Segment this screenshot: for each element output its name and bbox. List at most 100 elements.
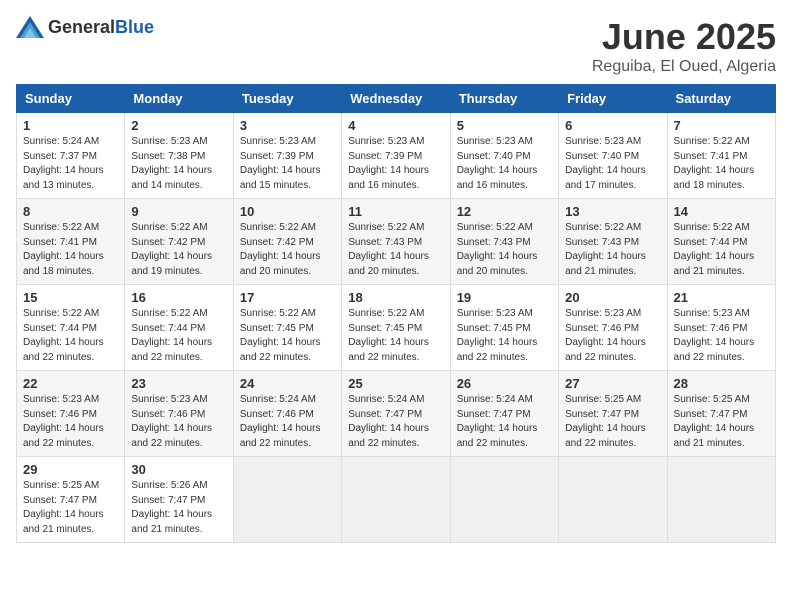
calendar-cell: 10 Sunrise: 5:22 AM Sunset: 7:42 PM Dayli… — [233, 199, 341, 285]
col-friday: Friday — [559, 85, 667, 113]
day-number: 13 — [565, 204, 660, 219]
day-info: Sunrise: 5:23 AM Sunset: 7:39 PM Dayligh… — [348, 135, 443, 193]
day-info: Sunrise: 5:22 AM Sunset: 7:43 PM Dayligh… — [348, 221, 443, 279]
day-info: Sunrise: 5:22 AM Sunset: 7:44 PM Dayligh… — [23, 307, 118, 365]
calendar-cell: 29Sunrise: 5:25 AM Sunset: 7:47 PM Dayli… — [17, 457, 125, 543]
day-info: Sunrise: 5:22 AM Sunset: 7:45 PM Dayligh… — [348, 307, 443, 365]
day-number: 3 — [240, 118, 335, 133]
location-title: Reguiba, El Oued, Algeria — [592, 58, 776, 76]
day-info: Sunrise: 5:25 AM Sunset: 7:47 PM Dayligh… — [565, 393, 660, 451]
calendar-cell — [233, 457, 341, 543]
calendar-cell: 30Sunrise: 5:26 AM Sunset: 7:47 PM Dayli… — [125, 457, 233, 543]
calendar-cell: 23 Sunrise: 5:23 AM Sunset: 7:46 PM Dayli… — [125, 371, 233, 457]
calendar-cell: 22 Sunrise: 5:23 AM Sunset: 7:46 PM Dayli… — [17, 371, 125, 457]
day-info: Sunrise: 5:22 AM Sunset: 7:44 PM Dayligh… — [131, 307, 226, 365]
day-info: Sunrise: 5:23 AM Sunset: 7:38 PM Dayligh… — [131, 135, 226, 193]
day-number: 21 — [674, 290, 769, 305]
calendar-cell: 3 Sunrise: 5:23 AM Sunset: 7:39 PM Daylig… — [233, 113, 341, 199]
day-number: 10 — [240, 204, 335, 219]
day-info: Sunrise: 5:23 AM Sunset: 7:39 PM Dayligh… — [240, 135, 335, 193]
calendar-cell — [450, 457, 558, 543]
day-info: Sunrise: 5:23 AM Sunset: 7:45 PM Dayligh… — [457, 307, 552, 365]
header: GeneralBlue June 2025 Reguiba, El Oued, … — [16, 16, 776, 76]
calendar-cell: 19 Sunrise: 5:23 AM Sunset: 7:45 PM Dayli… — [450, 285, 558, 371]
day-info: Sunrise: 5:23 AM Sunset: 7:46 PM Dayligh… — [131, 393, 226, 451]
week-row-2: 8 Sunrise: 5:22 AM Sunset: 7:41 PM Daylig… — [17, 199, 776, 285]
calendar-cell: 12 Sunrise: 5:22 AM Sunset: 7:43 PM Dayli… — [450, 199, 558, 285]
day-number: 23 — [131, 376, 226, 391]
day-number: 6 — [565, 118, 660, 133]
calendar-cell: 25Sunrise: 5:24 AM Sunset: 7:47 PM Dayli… — [342, 371, 450, 457]
calendar-cell: 26Sunrise: 5:24 AM Sunset: 7:47 PM Dayli… — [450, 371, 558, 457]
day-info: Sunrise: 5:22 AM Sunset: 7:44 PM Dayligh… — [674, 221, 769, 279]
day-info: Sunrise: 5:22 AM Sunset: 7:43 PM Dayligh… — [565, 221, 660, 279]
calendar-cell: 9 Sunrise: 5:22 AM Sunset: 7:42 PM Daylig… — [125, 199, 233, 285]
calendar-cell — [667, 457, 775, 543]
calendar-cell: 2 Sunrise: 5:23 AM Sunset: 7:38 PM Daylig… — [125, 113, 233, 199]
day-info: Sunrise: 5:23 AM Sunset: 7:40 PM Dayligh… — [457, 135, 552, 193]
day-number: 17 — [240, 290, 335, 305]
day-number: 8 — [23, 204, 118, 219]
day-number: 19 — [457, 290, 552, 305]
day-info: Sunrise: 5:22 AM Sunset: 7:43 PM Dayligh… — [457, 221, 552, 279]
day-info: Sunrise: 5:24 AM Sunset: 7:47 PM Dayligh… — [457, 393, 552, 451]
day-number: 22 — [23, 376, 118, 391]
logo-text: GeneralBlue — [48, 17, 154, 38]
calendar-cell: 16 Sunrise: 5:22 AM Sunset: 7:44 PM Dayli… — [125, 285, 233, 371]
day-number: 14 — [674, 204, 769, 219]
calendar-cell: 20Sunrise: 5:23 AM Sunset: 7:46 PM Dayli… — [559, 285, 667, 371]
col-sunday: Sunday — [17, 85, 125, 113]
calendar-cell: 4Sunrise: 5:23 AM Sunset: 7:39 PM Daylig… — [342, 113, 450, 199]
day-number: 27 — [565, 376, 660, 391]
day-number: 28 — [674, 376, 769, 391]
day-info: Sunrise: 5:23 AM Sunset: 7:46 PM Dayligh… — [565, 307, 660, 365]
month-title: June 2025 — [592, 16, 776, 58]
day-info: Sunrise: 5:23 AM Sunset: 7:46 PM Dayligh… — [674, 307, 769, 365]
day-info: Sunrise: 5:22 AM Sunset: 7:42 PM Dayligh… — [240, 221, 335, 279]
calendar-cell: 27 Sunrise: 5:25 AM Sunset: 7:47 PM Dayli… — [559, 371, 667, 457]
day-number: 5 — [457, 118, 552, 133]
col-monday: Monday — [125, 85, 233, 113]
day-info: Sunrise: 5:26 AM Sunset: 7:47 PM Dayligh… — [131, 479, 226, 537]
week-row-1: 1Sunrise: 5:24 AM Sunset: 7:37 PM Daylig… — [17, 113, 776, 199]
col-tuesday: Tuesday — [233, 85, 341, 113]
logo: GeneralBlue — [16, 16, 154, 38]
calendar-cell — [342, 457, 450, 543]
calendar-cell: 8 Sunrise: 5:22 AM Sunset: 7:41 PM Daylig… — [17, 199, 125, 285]
title-area: June 2025 Reguiba, El Oued, Algeria — [592, 16, 776, 76]
day-info: Sunrise: 5:22 AM Sunset: 7:45 PM Dayligh… — [240, 307, 335, 365]
day-number: 16 — [131, 290, 226, 305]
calendar-header-row: Sunday Monday Tuesday Wednesday Thursday… — [17, 85, 776, 113]
day-number: 2 — [131, 118, 226, 133]
day-info: Sunrise: 5:23 AM Sunset: 7:40 PM Dayligh… — [565, 135, 660, 193]
calendar-cell: 17 Sunrise: 5:22 AM Sunset: 7:45 PM Dayli… — [233, 285, 341, 371]
calendar-cell: 6 Sunrise: 5:23 AM Sunset: 7:40 PM Daylig… — [559, 113, 667, 199]
calendar-cell: 1Sunrise: 5:24 AM Sunset: 7:37 PM Daylig… — [17, 113, 125, 199]
day-number: 7 — [674, 118, 769, 133]
day-info: Sunrise: 5:23 AM Sunset: 7:46 PM Dayligh… — [23, 393, 118, 451]
calendar-cell: 18 Sunrise: 5:22 AM Sunset: 7:45 PM Dayli… — [342, 285, 450, 371]
day-number: 15 — [23, 290, 118, 305]
day-number: 25 — [348, 376, 443, 391]
logo-blue: Blue — [115, 17, 154, 37]
day-info: Sunrise: 5:22 AM Sunset: 7:42 PM Dayligh… — [131, 221, 226, 279]
day-info: Sunrise: 5:22 AM Sunset: 7:41 PM Dayligh… — [674, 135, 769, 193]
day-number: 11 — [348, 204, 443, 219]
col-thursday: Thursday — [450, 85, 558, 113]
calendar-cell — [559, 457, 667, 543]
calendar-cell: 11 Sunrise: 5:22 AM Sunset: 7:43 PM Dayli… — [342, 199, 450, 285]
calendar-cell: 28Sunrise: 5:25 AM Sunset: 7:47 PM Dayli… — [667, 371, 775, 457]
week-row-5: 29Sunrise: 5:25 AM Sunset: 7:47 PM Dayli… — [17, 457, 776, 543]
day-number: 24 — [240, 376, 335, 391]
day-number: 18 — [348, 290, 443, 305]
calendar-cell: 5 Sunrise: 5:23 AM Sunset: 7:40 PM Daylig… — [450, 113, 558, 199]
day-number: 9 — [131, 204, 226, 219]
calendar-cell: 13 Sunrise: 5:22 AM Sunset: 7:43 PM Dayli… — [559, 199, 667, 285]
col-wednesday: Wednesday — [342, 85, 450, 113]
calendar-table: Sunday Monday Tuesday Wednesday Thursday… — [16, 84, 776, 543]
week-row-3: 15 Sunrise: 5:22 AM Sunset: 7:44 PM Dayli… — [17, 285, 776, 371]
day-number: 1 — [23, 118, 118, 133]
day-number: 29 — [23, 462, 118, 477]
day-number: 12 — [457, 204, 552, 219]
day-info: Sunrise: 5:22 AM Sunset: 7:41 PM Dayligh… — [23, 221, 118, 279]
